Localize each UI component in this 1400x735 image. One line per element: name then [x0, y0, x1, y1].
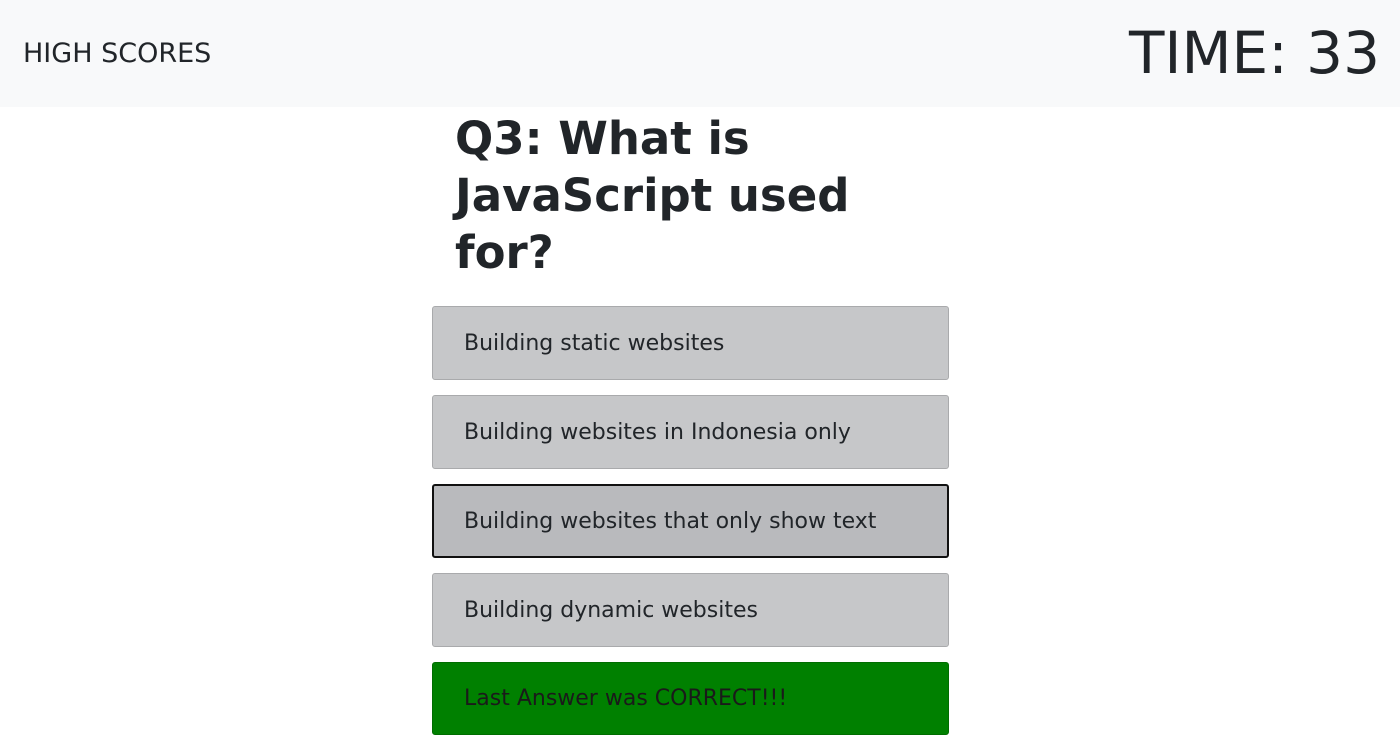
question-title: Q3: What is JavaScript used for?: [455, 112, 850, 279]
timer-display: TIME: 33: [1128, 19, 1380, 87]
answer-button-2[interactable]: Building websites in Indonesia only: [432, 395, 949, 469]
high-scores-link[interactable]: HIGH SCORES: [23, 36, 211, 72]
quiz-container: Q3: What is JavaScript used for? Buildin…: [432, 107, 949, 735]
answer-feedback-banner: Last Answer was CORRECT!!!: [432, 662, 949, 735]
answer-button-1[interactable]: Building static websites: [432, 306, 949, 380]
answer-button-4[interactable]: Building dynamic websites: [432, 573, 949, 647]
answer-button-3[interactable]: Building websites that only show text: [432, 484, 949, 558]
answer-list: Building static websites Building websit…: [432, 306, 949, 647]
top-navbar: HIGH SCORES TIME: 33: [0, 0, 1400, 107]
